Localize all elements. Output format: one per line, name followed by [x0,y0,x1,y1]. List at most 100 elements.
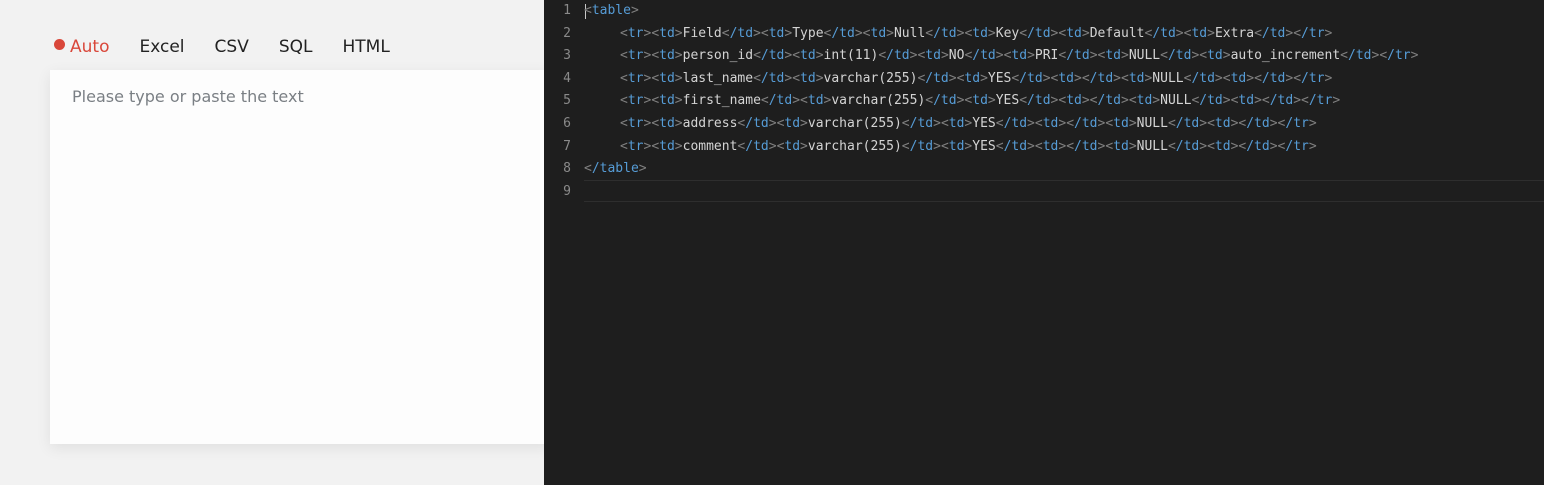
td-close-tag-bracket: > [1042,70,1051,86]
td-close-tag: /td [1089,70,1114,86]
tr-close-tag-bracket: > [1324,25,1333,41]
td-close-tag-bracket: < [1254,25,1262,41]
tr-close-tag-bracket: > [1308,116,1317,131]
td-open-tag: td [1238,93,1255,109]
td-open-tag-bracket: < [651,93,660,109]
tab-html[interactable]: HTML [342,37,389,57]
cell-text: varchar(255) [831,93,926,109]
td-open-tag-bracket: < [1207,116,1215,131]
code-text: </table> [584,158,647,180]
td-close-tag-bracket: > [933,116,941,131]
td-close-tag: /td [1066,48,1090,64]
td-open-tag: td [1066,93,1082,109]
td-open-tag: td [659,70,675,86]
td-open-tag: td [784,138,801,154]
tr-open-tag-bracket: < [620,138,628,154]
td-open-tag-bracket: < [1128,93,1137,109]
tr-open-tag: tr [627,138,644,154]
td-close-tag-bracket: < [1254,70,1262,86]
tr-open-tag: tr [627,116,644,131]
converter-panel: Auto Excel CSV SQL HTML [0,0,544,485]
td-open-tag-bracket: < [651,70,660,86]
td-open-tag-bracket: < [1207,138,1215,154]
code-editor[interactable]: 1 <table> 2 <tr><td>Field</td><td>Type</td>… [544,0,1544,485]
tr-close-tag: /tr [1301,70,1325,86]
td-close-tag-bracket: < [1160,48,1168,64]
td-close-tag-bracket: > [1027,138,1035,154]
td-open-tag-bracket: > [674,138,683,154]
td-open-tag-bracket: > [800,116,808,131]
td-open-tag-bracket: < [651,25,660,41]
td-close-tag: /td [972,48,996,64]
td-close-tag-bracket: < [1066,116,1075,131]
td-close-tag-bracket: < [1167,138,1176,154]
cell-text: NULL [1160,93,1192,109]
td-close-tag: /td [925,70,949,86]
code-line: 3 <tr><td>person_id</td><td>int(11)</td><… [544,45,1544,67]
td-open-tag: td [1105,48,1121,64]
tr-close-tag-bracket: > [1308,138,1317,154]
td-open-tag-bracket: > [800,138,808,154]
td-open-tag: td [1011,48,1028,64]
td-close-tag-bracket: < [1261,93,1270,109]
td-open-tag-bracket: > [674,48,683,64]
td-close-tag-bracket: < [1081,70,1090,86]
tr-close-tag-bracket: < [1293,25,1302,41]
td-open-tag: td [1058,70,1075,86]
td-close-tag: /td [1167,48,1192,64]
cell-text: PRI [1034,48,1059,64]
td-open-tag-bracket: < [800,93,808,109]
td-open-tag-bracket: > [1246,70,1255,86]
td-close-tag-bracket: < [1340,48,1348,64]
td-open-tag: td [925,48,941,64]
tr-open-tag: tr [627,25,644,41]
td-close-tag: /td [745,116,769,131]
td-close-tag-bracket: < [1167,116,1176,131]
td-open-tag: td [659,93,675,109]
td-close-tag-bracket: > [948,70,957,86]
td-open-tag: td [1113,138,1129,154]
td-open-tag-bracket: > [1152,93,1161,109]
code-text: <tr><td>person_id</td><td>int(11)</td><t… [620,45,1418,67]
code-line: 8 </table> [544,158,1544,180]
tab-auto[interactable]: Auto [54,37,109,57]
cell-text: comment [682,138,738,154]
active-dot-icon [54,38,65,50]
tr-open-tag-bracket: < [620,70,628,86]
td-close-tag: /td [1175,138,1200,154]
td-close-tag-bracket: > [1293,93,1302,109]
td-open-tag: td [659,116,675,131]
tr-close-tag-bracket: < [1379,48,1388,64]
text-input[interactable] [50,70,544,444]
td-close-tag-bracket: < [878,48,887,64]
tab-excel[interactable]: Excel [139,37,184,57]
tab-html-label: HTML [342,37,390,57]
td-close-tag: /td [760,70,785,86]
td-close-tag-bracket: < [925,93,934,109]
td-open-tag: td [800,48,816,64]
td-close-tag: /td [933,25,957,41]
td-open-tag-bracket: < [651,48,660,64]
td-close-tag-bracket: > [1222,93,1231,109]
td-close-tag-bracket: < [995,138,1004,154]
cell-text: auto_increment [1230,48,1341,64]
td-close-tag: /td [1097,93,1121,109]
td-open-tag: td [1230,70,1247,86]
format-tabs: Auto Excel CSV SQL HTML [54,34,420,60]
td-open-tag: td [1042,138,1059,154]
tr-close-tag: /tr [1387,48,1411,64]
code-line: 6 <tr><td>address</td><td>varchar(255)</t… [544,113,1544,135]
tab-sql[interactable]: SQL [279,37,313,57]
td-close-tag: /td [1261,70,1286,86]
table-close-tag-bracket: > [638,161,647,177]
td-close-tag-bracket: < [1019,93,1028,109]
td-open-tag: td [1214,138,1231,154]
line-number: 2 [563,25,571,41]
td-open-tag: td [1113,116,1129,131]
tab-csv[interactable]: CSV [215,37,249,57]
td-open-tag-bracket: < [1199,48,1208,64]
td-open-tag-bracket: < [940,138,949,154]
td-open-tag-bracket: > [815,70,824,86]
td-close-tag-bracket: < [1019,25,1028,41]
td-close-tag: /td [1019,70,1043,86]
